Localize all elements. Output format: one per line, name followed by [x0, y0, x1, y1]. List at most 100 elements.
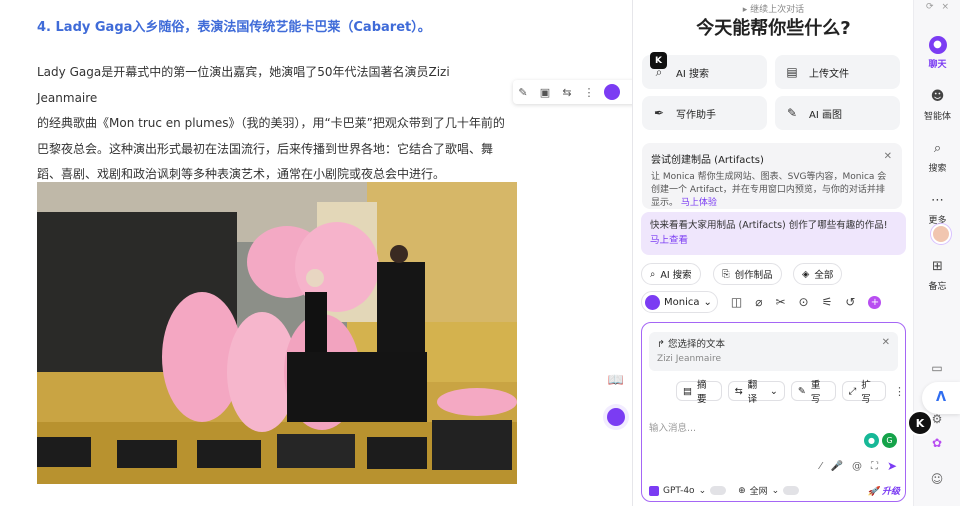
k-badge: K [650, 52, 667, 69]
chip-label: 创作制品 [734, 270, 773, 281]
summarize-button[interactable]: ▤ 摘要 [676, 380, 722, 405]
chip-label: 全部 [814, 270, 834, 281]
refresh-icon[interactable]: ⟳ [926, 2, 934, 12]
k-badge[interactable]: K [907, 410, 933, 436]
sliders-icon[interactable]: ⚟ [822, 295, 833, 309]
rail-item-more[interactable]: ⋯ 更多 [914, 192, 960, 226]
tile-label: 上传文件 [809, 68, 849, 80]
chevron-down-icon: ⌄ [703, 296, 712, 308]
quick-actions: ▤ 摘要 ⇆ 翻译 ⌄ ✎ 重写 ⤢ 扩写 ⋮ [676, 380, 905, 405]
model-toggle[interactable] [710, 486, 727, 495]
view-now-link[interactable]: 马上查看 [650, 235, 688, 246]
web-toggle[interactable] [783, 486, 800, 495]
article-heading: 4. Lady Gaga入乡随俗，表演法国传统艺能卡巴莱（Cabaret）。 [37, 20, 431, 35]
translate-icon[interactable]: ⇆ [560, 85, 574, 99]
chevron-down-icon: ⌄ [698, 485, 707, 496]
expand-button[interactable]: ⤢ 扩写 [841, 380, 886, 405]
paragraph-line: Lady Gaga是开幕式中的第一位演出嘉宾，她演唱了50年代法国著名演员Ziz… [37, 65, 450, 105]
grammarly-icon[interactable]: G [882, 433, 897, 448]
magic-icon[interactable]: ⁄ [820, 461, 822, 472]
chip-create-artifact[interactable]: ⎘ 创作制品 [713, 263, 782, 285]
translate-icon: ⇆ [734, 385, 743, 397]
paperclip-icon[interactable]: ⌀ [755, 295, 762, 309]
rail-item-label: 搜索 [928, 164, 947, 174]
more-icon[interactable]: ⋮ [582, 85, 596, 99]
monica-icon [645, 294, 660, 310]
highlighter-icon[interactable]: ✎ [516, 85, 530, 99]
pin-icon[interactable]: ⊙ [799, 295, 809, 309]
book-icon[interactable]: ◫ [731, 295, 742, 309]
memo-icon: ⊞ [932, 259, 943, 274]
monica-icon[interactable] [604, 84, 620, 100]
layers-icon: ◈ [802, 268, 810, 280]
avatar[interactable] [931, 224, 951, 244]
upgrade-link[interactable]: 🚀 升级 [868, 484, 900, 497]
composer-tools: ⁄ 🎤 @ ⛶ ➤ [820, 459, 897, 473]
article-paragraph: Lady Gaga是开幕式中的第一位演出嘉宾，她演唱了50年代法国著名演员Ziz… [37, 60, 512, 188]
artifact-icon: ⎘ [722, 268, 730, 280]
tile-ai-draw[interactable]: ✎ AI 画图 [775, 96, 900, 130]
welcome-title: 今天能帮你些什么? [696, 18, 851, 39]
brush-icon: ✎ [786, 106, 798, 120]
message-input[interactable] [649, 421, 849, 435]
more-icon[interactable]: ⋮ [894, 385, 905, 398]
mention-icon[interactable]: @ [852, 461, 862, 472]
chip-all[interactable]: ◈ 全部 [793, 263, 843, 285]
selection-toolbar: ✎ ▣ ⇆ ⋮ [513, 80, 638, 104]
globe-icon: ⊕ [738, 485, 746, 496]
rail-item-label: 备忘 [928, 282, 947, 292]
rail-item-memo[interactable]: ⊞ 备忘 [914, 258, 960, 292]
close-icon[interactable]: ✕ [882, 337, 890, 348]
model-selector[interactable]: GPT-4o [663, 486, 695, 496]
article-photo [37, 182, 517, 484]
web-selector[interactable]: 全网 [750, 484, 768, 497]
extension-icons: ● G [864, 433, 897, 448]
user-icon[interactable]: ☺ [928, 470, 946, 488]
screenshot-icon[interactable]: ⛶ [871, 461, 878, 472]
book-icon[interactable]: 📖 [603, 367, 629, 393]
translate-button[interactable]: ⇆ 翻译 ⌄ [727, 380, 785, 405]
paragraph-line: 巴黎夜总会。这种演出形式最初在法国流行，后来传播到世界各地：它结合了歌唱、舞 [37, 141, 494, 156]
rail-item-chat[interactable]: ● 聊天 [914, 36, 960, 70]
monica-float-button[interactable] [603, 404, 629, 430]
pen-icon: ✒ [653, 106, 665, 120]
chip-ai-search[interactable]: ⌕ AI 搜索 [641, 263, 701, 285]
tile-label: AI 搜索 [676, 68, 709, 80]
microphone-icon[interactable]: 🎤 [830, 461, 842, 472]
promo-text: 快来看看大家用制品 (Artifacts) 创作了哪些有趣的作品! [650, 220, 888, 231]
rail-top-controls: ⟳ × [914, 2, 960, 12]
gift-icon[interactable]: ✿ [928, 434, 946, 452]
tile-upload-file[interactable]: ▤ 上传文件 [775, 55, 900, 89]
new-chat-icon[interactable]: + [868, 295, 882, 309]
extension-icon[interactable]: ● [864, 433, 879, 448]
rail-item-agents[interactable]: ☻ 智能体 [914, 88, 960, 122]
summary-icon: ▤ [683, 385, 692, 397]
expand-icon: ⤢ [848, 385, 857, 397]
chip-label: AI 搜索 [660, 270, 692, 281]
chevron-down-icon: ⌄ [769, 385, 778, 397]
tile-label: 写作助手 [676, 109, 716, 121]
history-icon[interactable]: ↺ [845, 295, 855, 309]
close-icon[interactable]: × [942, 2, 950, 12]
artifact-card-desc: 让 Monica 帮你生成网站、图表、SVG等内容，Monica 会创建一个 A… [651, 172, 887, 208]
paragraph-line: 的经典歌曲《Mon truc en plumes》（我的美羽），用“卡巴莱”把观… [37, 116, 505, 130]
rail-item-label: 智能体 [923, 112, 951, 122]
rewrite-button[interactable]: ✎ 重写 [790, 380, 836, 405]
rail-item-search[interactable]: ⌕ 搜索 [914, 140, 960, 174]
close-icon[interactable]: ✕ [884, 151, 892, 162]
tile-writing-assistant[interactable]: ✒ 写作助手 [642, 96, 767, 130]
chat-icon: ● [928, 36, 947, 54]
screen-icon[interactable]: ▭ [928, 359, 946, 377]
tile-label: AI 画图 [809, 109, 842, 121]
quote-text: Zizi Jeanmaire [657, 354, 721, 364]
try-now-link[interactable]: 马上体验 [681, 198, 717, 208]
rail-item-label: 聊天 [928, 60, 947, 70]
artifacts-promo: 快来看看大家用制品 (Artifacts) 创作了哪些有趣的作品! 马上查看 [641, 212, 906, 255]
composer: ↱ 您选择的文本 Zizi Jeanmaire ✕ ▤ 摘要 ⇆ 翻译 ⌄ ✎ … [641, 322, 906, 502]
model-select[interactable]: Monica ⌄ [641, 291, 718, 313]
send-icon[interactable]: ➤ [887, 459, 897, 473]
model-toolbar: Monica ⌄ ◫ ⌀ ✂ ⊙ ⚟ ↺ + [641, 291, 906, 313]
scissors-icon[interactable]: ✂ [775, 295, 785, 309]
composer-footer: GPT-4o ⌄ ⊕ 全网 ⌄ 🚀 升级 [649, 484, 900, 497]
note-icon[interactable]: ▣ [538, 85, 552, 99]
